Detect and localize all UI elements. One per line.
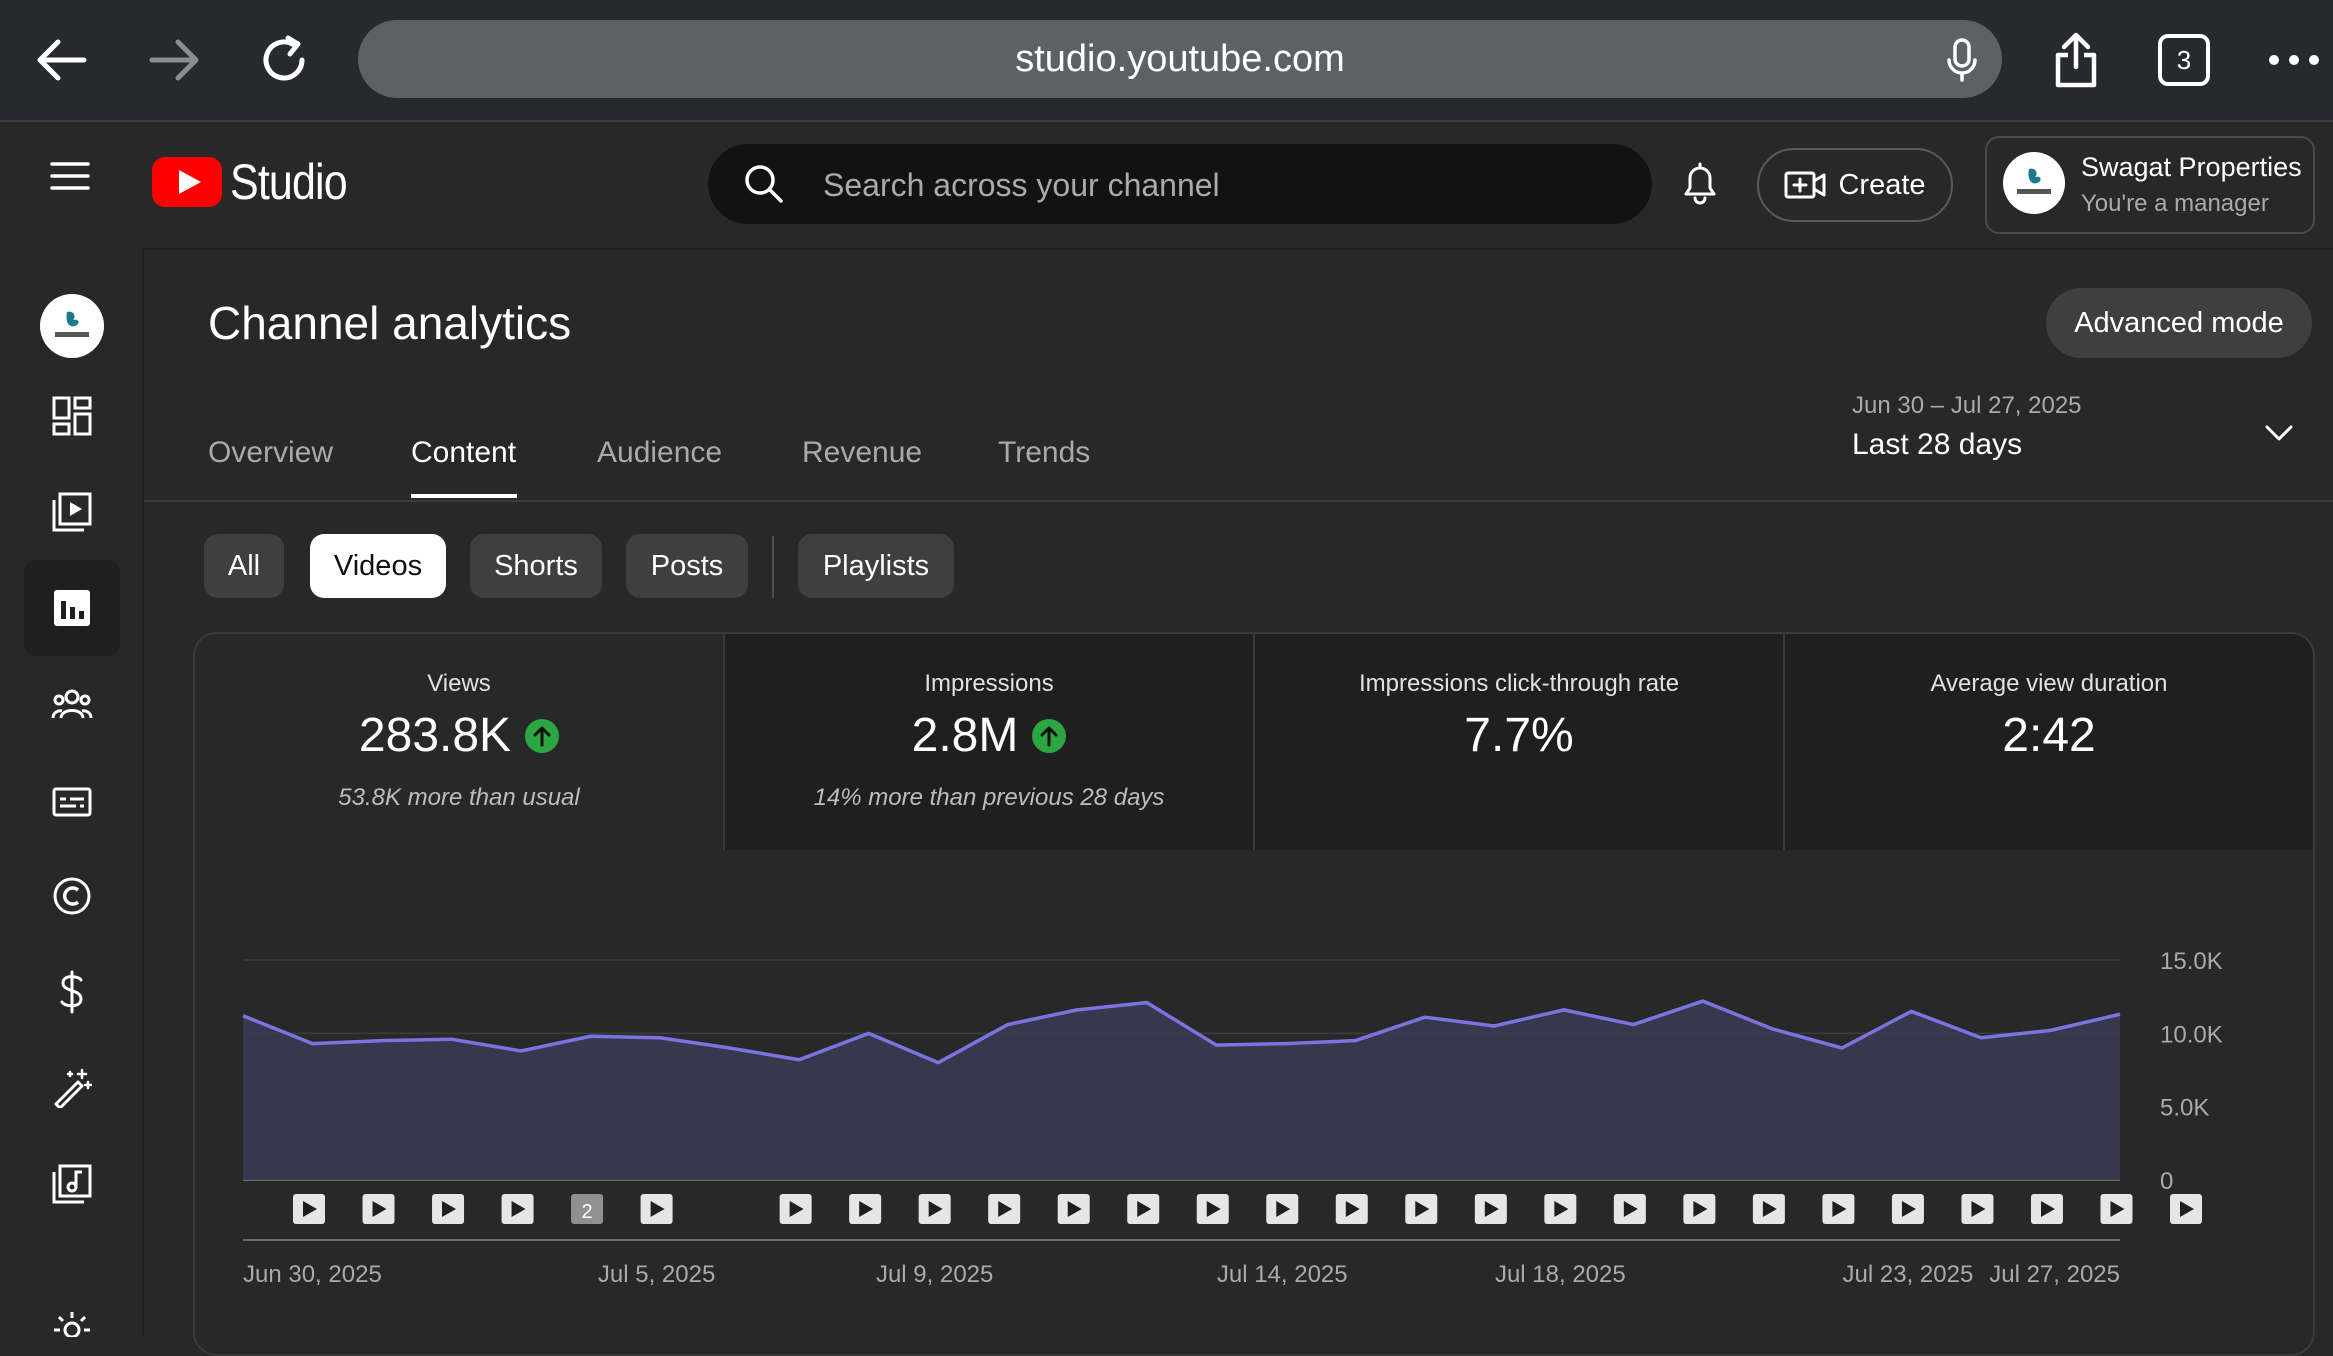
upload-marker[interactable] [849, 1194, 882, 1224]
y-tick-label: 0 [2160, 1168, 2173, 1195]
y-tick-label: 5.0K [2160, 1095, 2209, 1122]
upload-marker[interactable] [1752, 1194, 1785, 1224]
upload-marker[interactable] [362, 1194, 395, 1224]
upload-marker[interactable] [1057, 1194, 1090, 1224]
views-chart: 0 5.0K 10.0K 15.0K 2 Jun 30, 2025 Jul 5, 2025 J… [242, 948, 2223, 1288]
upload-marker[interactable] [2170, 1194, 2202, 1224]
upload-marker[interactable] [1822, 1194, 1855, 1224]
upload-marker[interactable] [293, 1194, 325, 1224]
upload-marker[interactable] [918, 1194, 951, 1224]
upload-marker[interactable] [1196, 1194, 1229, 1224]
upload-marker[interactable] [2100, 1194, 2133, 1224]
upload-marker[interactable] [432, 1194, 465, 1224]
views-area [243, 1001, 2120, 1180]
upload-marker[interactable] [1474, 1194, 1507, 1224]
upload-marker[interactable] [988, 1194, 1021, 1224]
upload-marker[interactable] [640, 1194, 673, 1224]
upload-marker[interactable] [2030, 1194, 2063, 1224]
upload-marker[interactable] [779, 1194, 812, 1224]
upload-marker[interactable] [1335, 1194, 1368, 1224]
x-tick-label: Jul 27, 2025 [1989, 1261, 2120, 1288]
upload-marker[interactable] [1683, 1194, 1716, 1224]
upload-marker[interactable] [1405, 1194, 1438, 1224]
y-tick-label: 15.0K [2160, 948, 2223, 975]
upload-marker[interactable] [501, 1194, 534, 1224]
y-tick-label: 10.0K [2160, 1021, 2223, 1048]
upload-marker[interactable] [1613, 1194, 1646, 1224]
x-tick-label: Jul 14, 2025 [1217, 1261, 1348, 1288]
x-tick-label: Jul 18, 2025 [1495, 1261, 1626, 1288]
upload-marker[interactable] [1127, 1194, 1160, 1224]
upload-marker-count: 2 [582, 1201, 593, 1223]
upload-marker[interactable] [1266, 1194, 1299, 1224]
x-tick-label: Jul 23, 2025 [1843, 1261, 1974, 1288]
upload-marker[interactable] [1961, 1194, 1994, 1224]
upload-marker[interactable] [1891, 1194, 1924, 1224]
x-tick-label: Jul 9, 2025 [876, 1261, 993, 1288]
upload-marker[interactable]: 2 [571, 1194, 604, 1224]
x-tick-label: Jul 5, 2025 [598, 1261, 715, 1288]
x-tick-label: Jun 30, 2025 [243, 1261, 382, 1288]
upload-marker[interactable] [1544, 1194, 1577, 1224]
